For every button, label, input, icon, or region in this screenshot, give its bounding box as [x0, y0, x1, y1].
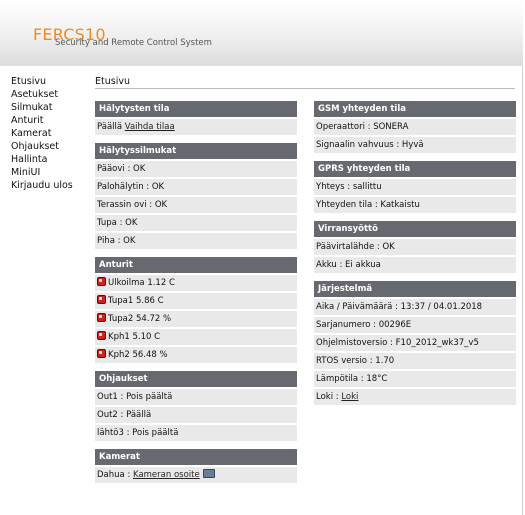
title-divider [95, 88, 515, 89]
section-header-controls: Ohjaukset [95, 371, 297, 387]
alarm-state-row: Päällä Vaihda tilaa [95, 119, 297, 135]
header: FERCS10 Security and Remote Control Syst… [0, 0, 523, 66]
nav-item-miniui[interactable]: MiniUI [11, 166, 73, 179]
sensor-value: Ulkoilma 1.12 C [108, 278, 175, 288]
sensor-icon [97, 331, 106, 340]
log-row: Loki : Loki [314, 389, 516, 405]
list-item: Terassin ovi : OK [95, 197, 297, 213]
sensor-row: Kph1 5.10 C [95, 329, 297, 345]
nav-item-kamerat[interactable]: Kamerat [11, 127, 73, 140]
list-item: Yhteys : sallittu [314, 179, 516, 195]
sensor-icon [97, 313, 106, 322]
nav-item-asetukset[interactable]: Asetukset [11, 88, 73, 101]
list-item: Palohälytin : OK [95, 179, 297, 195]
list-item: Tupa : OK [95, 215, 297, 231]
section-header-loops: Hälytyssilmukat [95, 143, 297, 159]
sensor-row: Ulkoilma 1.12 C [95, 275, 297, 291]
sensor-icon [97, 349, 106, 358]
page-title: Etusivu [95, 76, 130, 87]
list-item: Out2 : Päällä [95, 407, 297, 423]
alarm-status: Päällä [97, 122, 123, 132]
nav-item-ohjaukset[interactable]: Ohjaukset [11, 140, 73, 153]
log-label: Loki : [316, 392, 342, 402]
section-header-sensors: Anturit [95, 257, 297, 273]
sidebar-nav: Etusivu Asetukset Silmukat Anturit Kamer… [11, 75, 73, 192]
section-header-cameras: Kamerat [95, 449, 297, 465]
list-item: Pääovi : OK [95, 161, 297, 177]
list-item: Yhteyden tila : Katkaistu [314, 197, 516, 213]
camera-label: Dahua : [97, 470, 134, 480]
list-item: Sarjanumero : 00296E [314, 317, 516, 333]
list-item: Päävirtalähde : OK [314, 239, 516, 255]
camera-icon[interactable] [202, 469, 215, 478]
list-item: lähtö3 : Pois päältä [95, 425, 297, 441]
nav-item-hallinta[interactable]: Hallinta [11, 153, 73, 166]
list-item: RTOS versio : 1.70 [314, 353, 516, 369]
list-item: Piha : OK [95, 233, 297, 249]
camera-address-link[interactable]: Kameran osoite [133, 470, 200, 480]
sensor-icon [97, 277, 106, 286]
list-item: Ohjelmistoversio : F10_2012_wk37_v5 [314, 335, 516, 351]
section-header-gsm: GSM yhteyden tila [314, 101, 516, 117]
sensor-value: Tupa2 54.72 % [108, 314, 172, 324]
section-header-power: Virransyöttö [314, 221, 516, 237]
right-column: GSM yhteyden tila Operaattori : SONERA S… [314, 101, 516, 407]
camera-row: Dahua : Kameran osoite [95, 467, 297, 483]
nav-item-logout[interactable]: Kirjaudu ulos [11, 179, 73, 192]
list-item: Akku : Ei akkua [314, 257, 516, 273]
sensor-value: Tupa1 5.86 C [108, 296, 164, 306]
list-item: Operaattori : SONERA [314, 119, 516, 135]
list-item: Out1 : Pois päältä [95, 389, 297, 405]
list-item: Lämpötila : 18°C [314, 371, 516, 387]
list-item: Aika / Päivämäärä : 13:37 / 04.01.2018 [314, 299, 516, 315]
sensor-value: Kph2 56.48 % [108, 350, 168, 360]
sensor-icon [97, 295, 106, 304]
section-header-system: Järjestelmä [314, 281, 516, 297]
sensor-row: Tupa1 5.86 C [95, 293, 297, 309]
sensor-row: Kph2 56.48 % [95, 347, 297, 363]
left-column: Hälytysten tila Päällä Vaihda tilaa Häly… [95, 101, 297, 485]
brand-tagline: Security and Remote Control System [55, 38, 212, 48]
log-link[interactable]: Loki [341, 392, 358, 402]
sensor-row: Tupa2 54.72 % [95, 311, 297, 327]
list-item: Signaalin vahvuus : Hyvä [314, 137, 516, 153]
nav-item-anturit[interactable]: Anturit [11, 114, 73, 127]
nav-item-silmukat[interactable]: Silmukat [11, 101, 73, 114]
toggle-alarm-link[interactable]: Vaihda tilaa [125, 122, 175, 132]
section-header-gprs: GPRS yhteyden tila [314, 161, 516, 177]
nav-item-etusivu[interactable]: Etusivu [11, 75, 73, 88]
section-header-alarm-state: Hälytysten tila [95, 101, 297, 117]
sensor-value: Kph1 5.10 C [108, 332, 161, 342]
